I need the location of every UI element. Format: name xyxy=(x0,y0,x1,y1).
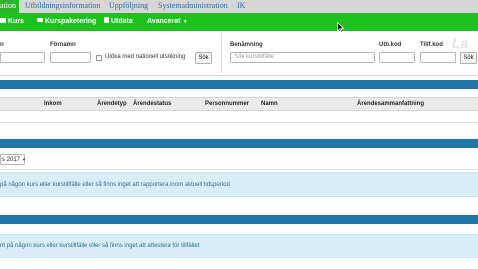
search-button-course[interactable]: Sök xyxy=(460,52,477,64)
nav-kurspaketering-label: Kurspaketering xyxy=(45,18,97,25)
search-divider xyxy=(221,33,222,73)
search-button-person[interactable]: Sök xyxy=(195,52,212,64)
caret-down-icon: ▼ xyxy=(182,19,188,25)
main-nav: Kurs Kurspaketering Utdata Avancerat ▼ xyxy=(0,13,478,31)
nav-kurspaketering[interactable]: Kurspaketering xyxy=(37,13,96,31)
utbkod-label: Utb.kod xyxy=(379,42,402,48)
search-col1-label: n xyxy=(0,42,4,48)
mouse-cursor-icon xyxy=(337,22,345,33)
tab-ik[interactable]: IK xyxy=(237,0,245,13)
benamning-label: Benämning xyxy=(230,42,263,48)
section-header-arenden xyxy=(0,80,478,89)
period-select[interactable]: s 2017 ▼ xyxy=(0,154,26,165)
tab-administration[interactable]: ation xyxy=(0,0,19,13)
period-divider xyxy=(0,169,478,170)
utbkod-input[interactable] xyxy=(379,52,415,63)
file-icon xyxy=(104,17,109,24)
folder-icon xyxy=(37,18,43,23)
nav-avancerat-label: Avancerat xyxy=(147,18,181,25)
col-arendestatus[interactable]: Ärendestatus xyxy=(133,98,171,110)
tab-uppfoljning[interactable]: Uppföljning xyxy=(109,0,148,13)
nav-avancerat[interactable]: Avancerat ▼ xyxy=(147,13,188,31)
section-header-rapportering xyxy=(0,139,478,148)
tab-systemadministration[interactable]: Systemadministration xyxy=(158,0,228,13)
col-namn[interactable]: Namn xyxy=(261,98,278,110)
national-search-checkbox[interactable] xyxy=(96,55,102,61)
info-box-attestering: nt på någon kurs eller kurstillfälle ell… xyxy=(0,234,478,258)
graduation-cap-icon xyxy=(0,17,6,23)
nav-utdata-label: Utdata xyxy=(111,18,133,25)
tab-utbildningsinformation[interactable]: Utbildningsinformation xyxy=(25,0,101,13)
search-panel: n Förnamn Utöka med nationell utsökning … xyxy=(0,31,478,76)
col-arendesammanfattning[interactable]: Ärendesammanfattning xyxy=(357,98,424,110)
arenden-table-header: Inkom Ärendetyp Ärendestatus Personnumme… xyxy=(0,97,478,111)
fornamn-label: Förnamn xyxy=(50,42,76,48)
fornamn-input[interactable] xyxy=(50,52,91,63)
nav-kurs[interactable]: Kurs xyxy=(0,13,24,31)
col-inkom[interactable]: Inkom xyxy=(44,98,62,110)
search-col1-input[interactable] xyxy=(0,52,45,63)
info-box-rapportering: på någon kurs eller kurstillfälle eller … xyxy=(0,172,478,197)
logo-watermark: La xyxy=(452,35,469,51)
tillfkod-input[interactable] xyxy=(420,52,456,63)
col-personnummer[interactable]: Personnummer xyxy=(205,98,249,110)
info-text-attestering: nt på någon kurs eller kurstillfälle ell… xyxy=(0,243,200,249)
caret-down-icon: ▼ xyxy=(22,157,26,162)
col-arendetyp[interactable]: Ärendetyp xyxy=(97,98,127,110)
benamning-input[interactable]: Sök kurstillfälle xyxy=(230,52,375,63)
nav-utdata[interactable]: Utdata xyxy=(104,13,133,31)
nav-kurs-label: Kurs xyxy=(8,18,24,25)
national-search-label: Utöka med nationell utsökning xyxy=(105,54,186,60)
top-tab-bar: ation Utbildningsinformation Uppföljning… xyxy=(0,0,478,14)
section-header-attestering xyxy=(0,215,478,224)
info-text-rapportering: på någon kurs eller kurstillfälle eller … xyxy=(0,182,230,188)
period-select-value: s 2017 xyxy=(2,157,21,163)
table-empty-row-divider xyxy=(0,122,478,123)
tillfkod-label: Tillf.kod xyxy=(420,42,443,48)
